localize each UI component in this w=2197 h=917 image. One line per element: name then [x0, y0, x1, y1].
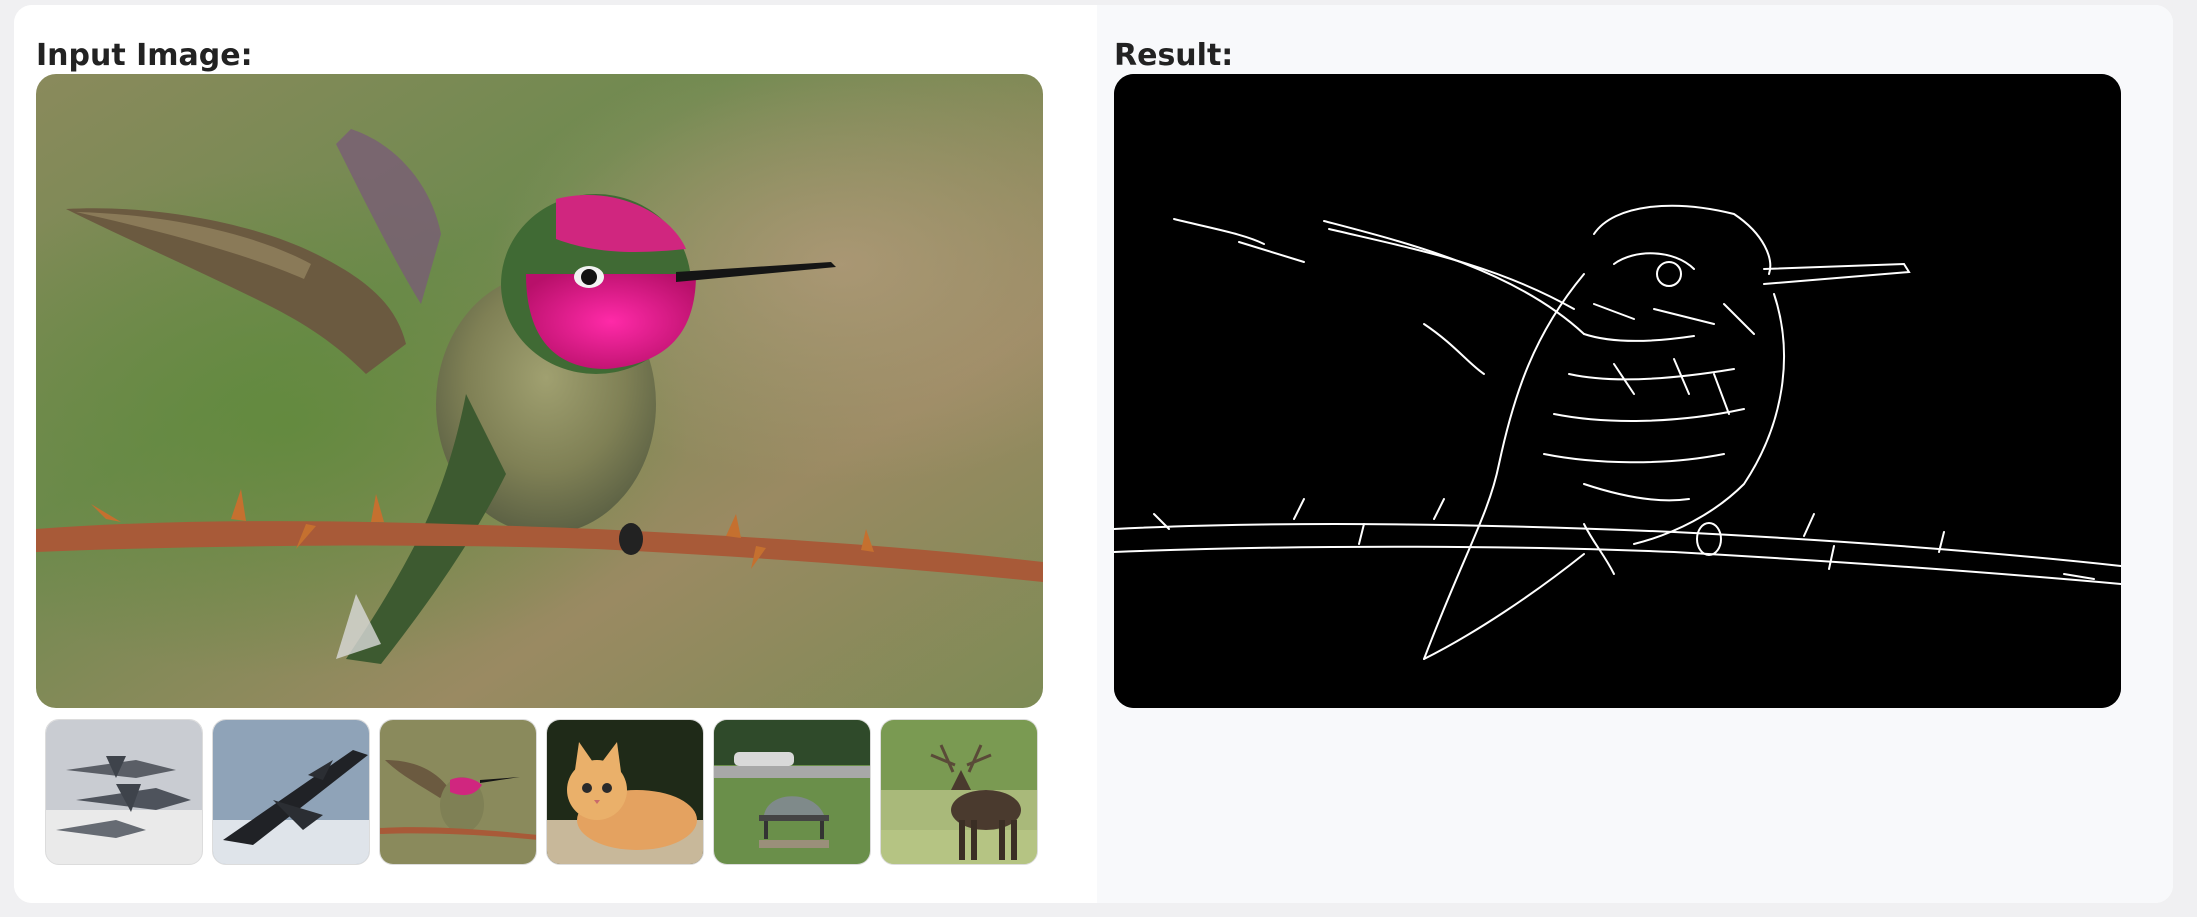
hummingbird-photo [36, 74, 1043, 708]
hummingbird-thumbnail [380, 720, 536, 864]
result-image[interactable] [1114, 74, 2121, 708]
result-label: Result: [1114, 38, 1234, 73]
kitten-thumbnail [547, 720, 703, 864]
example-thumbnail-kitten[interactable] [546, 719, 704, 865]
example-thumbnail-hummingbird[interactable] [379, 719, 537, 865]
black-jet-thumbnail [213, 720, 369, 864]
edge-detection-output [1114, 74, 2121, 708]
example-thumbnail-jets[interactable] [45, 719, 203, 865]
jets-thumbnail [46, 720, 202, 864]
bench-thumbnail [714, 720, 870, 864]
example-thumbnail-bench[interactable] [713, 719, 871, 865]
example-thumbnail-jet[interactable] [212, 719, 370, 865]
input-image[interactable] [36, 74, 1043, 708]
example-thumbnail-deer[interactable] [880, 719, 1038, 865]
deer-thumbnail [881, 720, 1037, 864]
example-gallery [45, 719, 1038, 865]
input-image-label: Input Image: [36, 38, 253, 73]
